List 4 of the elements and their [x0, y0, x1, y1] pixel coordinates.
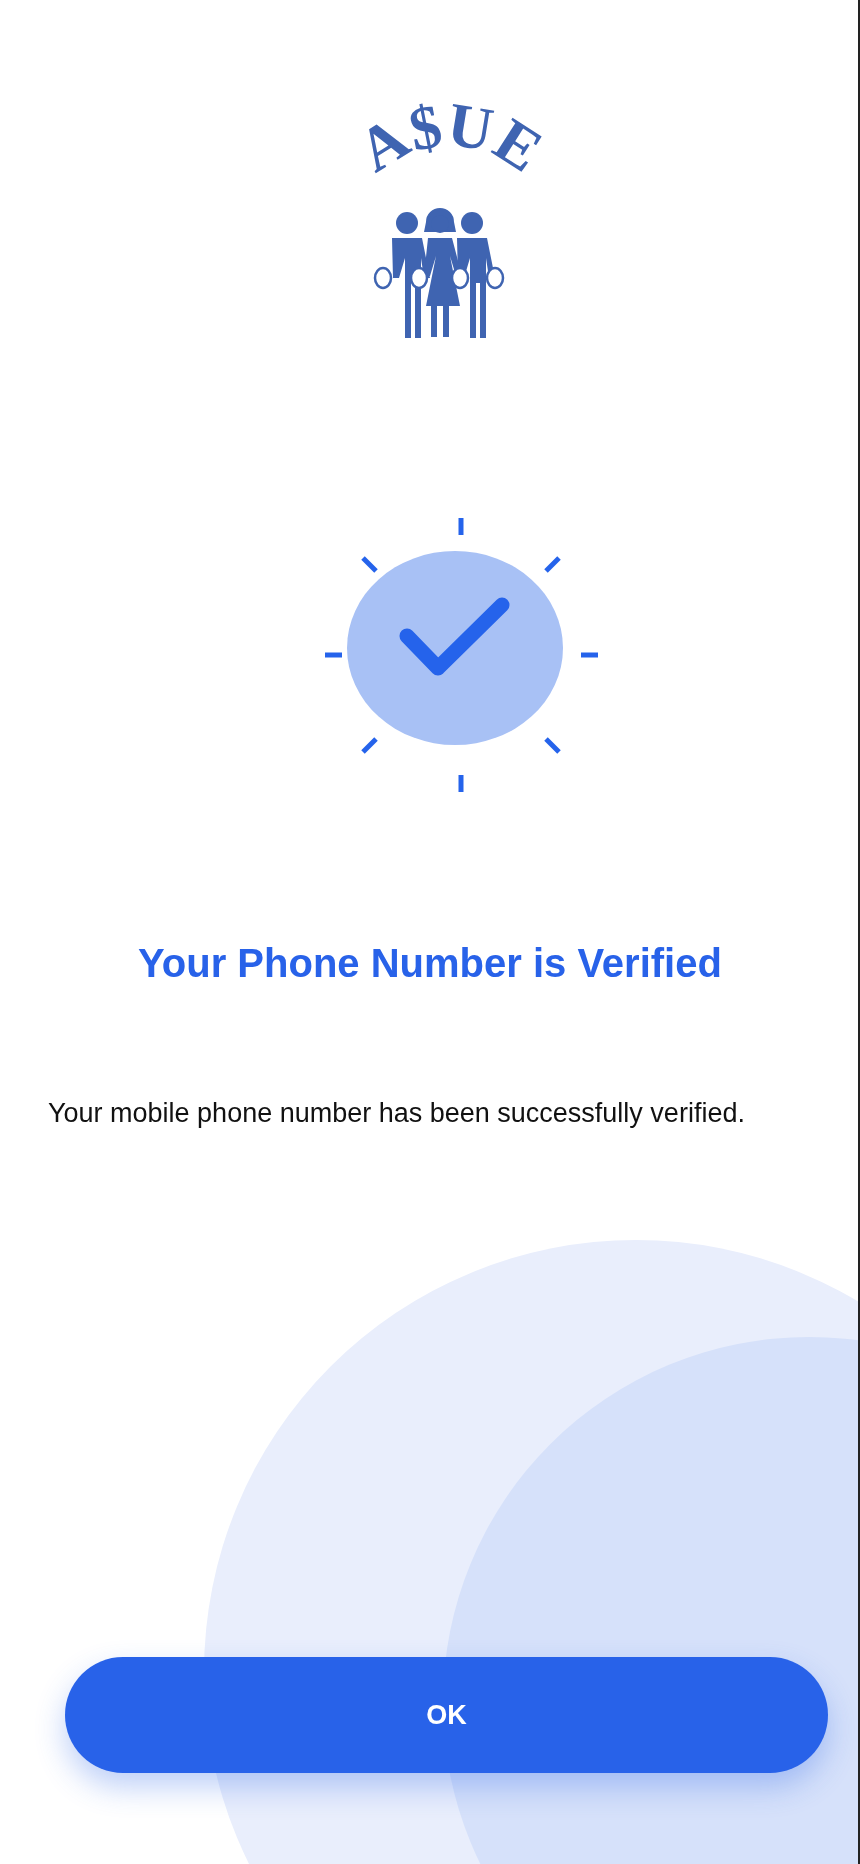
ok-button[interactable]: OK: [65, 1657, 828, 1773]
screen-title: Your Phone Number is Verified: [137, 941, 723, 986]
logo-text: A$UE: [346, 89, 555, 185]
confirmation-message: Your mobile phone number has been successfully verified.: [48, 1098, 746, 1129]
